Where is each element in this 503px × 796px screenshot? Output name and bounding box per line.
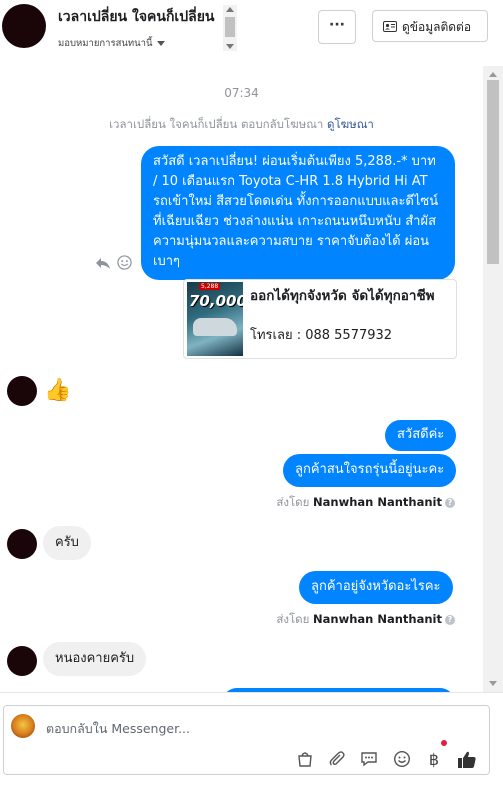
outgoing-message[interactable]: ลูกค้าอยู่จังหวัดอะไรคะ (299, 571, 453, 604)
name-scrollbar[interactable] (223, 5, 237, 51)
paperclip-icon[interactable] (326, 750, 348, 770)
like-icon[interactable] (456, 750, 478, 770)
outgoing-message[interactable]: สวัสดีค่ะ (385, 420, 457, 451)
view-ad-link[interactable]: ดูโฆษณา (327, 117, 374, 131)
assign-label: มอบหมายการสนทนานี้ (58, 38, 153, 49)
notification-dot (441, 740, 447, 746)
incoming-message[interactable]: หนองคายครับ (43, 642, 147, 676)
scroll-down-arrow-icon[interactable] (226, 44, 234, 49)
ad-message-bubble[interactable]: สวัสดี เวลาเปลี่ยน! ผ่อนเริ่มต้นเพียง 5,… (141, 146, 455, 280)
thumbs-up-message[interactable]: 👍 (44, 378, 71, 403)
sent-by-label: ส่งโดย Nanwhan Nanthanit? (276, 611, 455, 629)
caret-down-icon (156, 41, 165, 46)
scroll-thumb[interactable] (225, 17, 235, 37)
message-timestamp: 07:34 (224, 86, 259, 100)
ad-image-tag: 5,288 (199, 283, 221, 290)
sent-by-label: ส่งโดย Nanwhan Nanthanit? (276, 494, 455, 512)
composer-box[interactable]: ตอบกลับใน Messenger... ฿ (3, 705, 490, 775)
view-contact-label: ดูข้อมูลติดต่อ (402, 20, 472, 34)
bag-icon[interactable] (294, 750, 316, 770)
outgoing-message[interactable]: ลูกค้าสนใจรถรุ่นนี้อยู่นะคะ (283, 454, 457, 487)
baht-icon[interactable]: ฿ (423, 750, 445, 770)
sent-by-prefix: ส่งโดย (276, 495, 310, 509)
contact-avatar[interactable] (7, 529, 37, 559)
quick-reply-icon[interactable] (358, 750, 380, 770)
scroll-down-arrow-icon[interactable] (489, 681, 497, 686)
ad-reply-note: เวลาเปลี่ยน ใจคนก็เปลี่ยน ตอบกลับโฆษณา ด… (0, 116, 483, 134)
emoji-icon[interactable] (391, 750, 413, 770)
reply-icon[interactable] (95, 258, 111, 274)
view-contact-button[interactable]: ดูข้อมูลติดต่อ (372, 10, 488, 42)
baht-symbol: ฿ (428, 750, 440, 769)
contact-card-icon (383, 12, 397, 44)
ad-title: ออกได้ทุกจังหวัด จัดได้ทุกอาชีพ (250, 288, 435, 304)
sender-name: Nanwhan Nanthanit (313, 495, 442, 509)
contact-name[interactable]: เวลาเปลี่ยน ใจคนก็เปลี่ยน (58, 6, 220, 28)
contact-avatar[interactable] (7, 646, 37, 676)
assign-conversation-dropdown[interactable]: มอบหมายการสนทนานี้ (58, 36, 165, 51)
ad-image-price: 70,000.- (189, 292, 243, 310)
scroll-up-arrow-icon[interactable] (489, 72, 497, 77)
page-avatar (11, 714, 35, 738)
ad-image: 5,288 70,000.- (187, 282, 243, 356)
ad-reply-text: เวลาเปลี่ยน ใจคนก็เปลี่ยน ตอบกลับโฆษณา (109, 117, 324, 131)
scroll-up-arrow-icon[interactable] (226, 7, 234, 12)
car-graphic (193, 318, 237, 336)
sender-name: Nanwhan Nanthanit (313, 612, 442, 626)
contact-avatar[interactable] (2, 4, 46, 48)
contact-avatar[interactable] (7, 376, 37, 406)
thread-scrollbar[interactable] (483, 66, 503, 692)
react-emoji-icon[interactable] (117, 255, 132, 274)
conversation-header: เวลาเปลี่ยน ใจคนก็เปลี่ยน มอบหมายการสนทน… (0, 0, 503, 67)
help-icon[interactable]: ? (445, 614, 455, 625)
help-icon[interactable]: ? (445, 497, 455, 508)
more-options-button[interactable]: ··· (318, 10, 356, 44)
sent-by-prefix: ส่งโดย (276, 612, 310, 626)
ad-card[interactable]: 5,288 70,000.- ออกได้ทุกจังหวัด จัดได้ทุ… (183, 279, 457, 359)
incoming-message[interactable]: ครับ (43, 526, 91, 560)
ad-phone: โทรเลย : 088 5577932 (250, 328, 393, 343)
reply-input[interactable]: ตอบกลับใน Messenger... (46, 719, 190, 739)
composer: ตอบกลับใน Messenger... ฿ (0, 692, 503, 796)
message-actions (95, 255, 132, 274)
scroll-thumb[interactable] (487, 80, 499, 264)
message-thread[interactable]: 07:34 เวลาเปลี่ยน ใจคนก็เปลี่ยน ตอบกลับโ… (0, 66, 483, 692)
